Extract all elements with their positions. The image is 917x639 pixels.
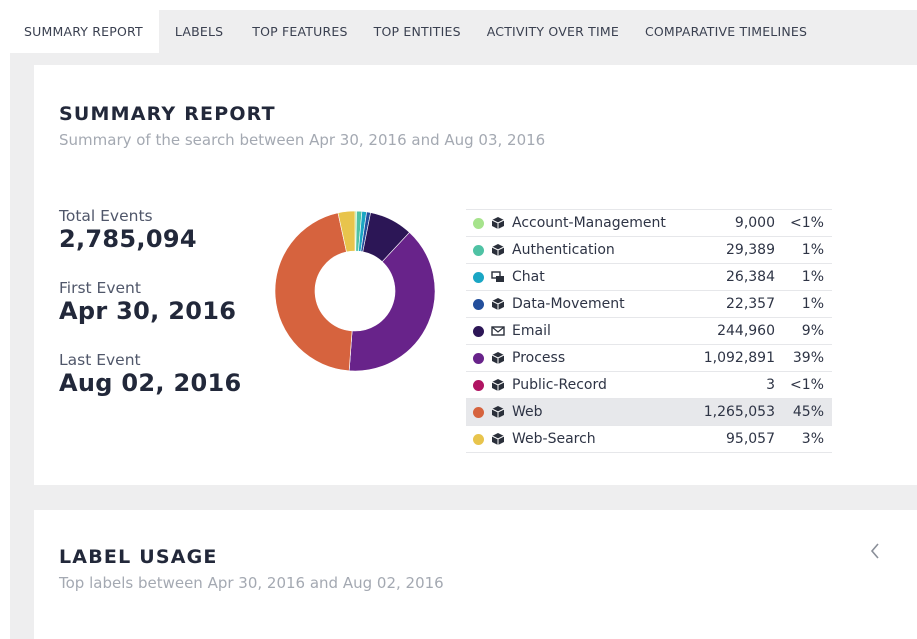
legend-color-dot [473, 325, 484, 337]
page-frame: SUMMARY REPORT LABELS TOP FEATURES TOP E… [10, 10, 917, 639]
row-count: 1,265,053 [703, 404, 775, 420]
table-row[interactable]: Web-Search 95,057 3% [466, 426, 832, 453]
first-event-label: First Event [59, 279, 141, 297]
row-name-web-search: Web-Search [512, 431, 596, 447]
summary-title: SUMMARY REPORT [59, 103, 276, 125]
donut-slice-web[interactable] [274, 212, 353, 372]
cube-icon [490, 216, 506, 230]
summary-report-card: SUMMARY REPORT Summary of the search bet… [34, 65, 917, 485]
chat-icon [490, 270, 506, 284]
row-name-email: Email [512, 323, 551, 339]
last-event-value: Aug 02, 2016 [59, 369, 242, 397]
table-row[interactable]: Account-Management 9,000 <1% [466, 210, 832, 237]
cube-icon [490, 351, 506, 365]
tab-summary-report[interactable]: SUMMARY REPORT [10, 10, 159, 53]
row-name-account-management: Account-Management [512, 215, 666, 231]
tab-top-features[interactable]: TOP FEATURES [239, 10, 360, 53]
tab-bar: SUMMARY REPORT LABELS TOP FEATURES TOP E… [10, 10, 917, 53]
table-row[interactable]: Public-Record 3 <1% [466, 372, 832, 399]
row-percent: 1% [801, 242, 824, 258]
cube-icon [490, 297, 506, 311]
row-count: 9,000 [734, 215, 775, 231]
legend-color-dot [473, 433, 484, 445]
row-count: 95,057 [726, 431, 775, 447]
first-event-value: Apr 30, 2016 [59, 297, 237, 325]
row-count: 1,092,891 [703, 350, 775, 366]
row-percent: <1% [790, 377, 824, 393]
row-count: 29,389 [726, 242, 775, 258]
row-count: 26,384 [726, 269, 775, 285]
legend-color-dot [473, 352, 484, 364]
row-percent: 3% [801, 431, 824, 447]
cube-icon [490, 432, 506, 446]
table-row[interactable]: Email 244,960 9% [466, 318, 832, 345]
row-percent: 1% [801, 296, 824, 312]
row-percent: 1% [801, 269, 824, 285]
tab-comparative-timelines[interactable]: COMPARATIVE TIMELINES [632, 10, 820, 53]
event-type-donut-chart [274, 210, 436, 372]
row-count: 244,960 [717, 323, 775, 339]
event-type-table: Account-Management 9,000 <1% Authentication… [466, 209, 832, 453]
table-row[interactable]: Chat 26,384 1% [466, 264, 832, 291]
cube-icon [490, 405, 506, 419]
row-percent: 9% [801, 323, 824, 339]
last-event-label: Last Event [59, 351, 141, 369]
donut-slice-process[interactable] [348, 231, 436, 372]
row-name-process: Process [512, 350, 566, 366]
row-count: 3 [766, 377, 775, 393]
row-name-web: Web [512, 404, 543, 420]
chevron-left-icon[interactable] [867, 540, 883, 562]
row-name-chat: Chat [512, 269, 545, 285]
legend-color-dot [473, 244, 484, 256]
total-events-label: Total Events [59, 207, 153, 225]
row-name-authentication: Authentication [512, 242, 615, 258]
table-row[interactable]: Web 1,265,053 45% [466, 399, 832, 426]
tab-activity-over-time[interactable]: ACTIVITY OVER TIME [474, 10, 632, 53]
tab-top-entities[interactable]: TOP ENTITIES [361, 10, 474, 53]
legend-color-dot [473, 298, 484, 310]
table-row[interactable]: Authentication 29,389 1% [466, 237, 832, 264]
row-percent: <1% [790, 215, 824, 231]
cube-icon [490, 378, 506, 392]
row-name-data-movement: Data-Movement [512, 296, 625, 312]
row-percent: 39% [792, 350, 824, 366]
legend-color-dot [473, 406, 484, 418]
legend-color-dot [473, 379, 484, 391]
total-events-value: 2,785,094 [59, 225, 197, 253]
label-usage-card: LABEL USAGE Top labels between Apr 30, 2… [34, 510, 917, 639]
summary-subtitle: Summary of the search between Apr 30, 20… [59, 131, 546, 149]
legend-color-dot [473, 217, 484, 229]
row-percent: 45% [792, 404, 824, 420]
legend-color-dot [473, 271, 484, 283]
row-count: 22,357 [726, 296, 775, 312]
envelope-icon [490, 324, 506, 338]
table-row[interactable]: Data-Movement 22,357 1% [466, 291, 832, 318]
label-usage-title: LABEL USAGE [59, 546, 218, 568]
table-row[interactable]: Process 1,092,891 39% [466, 345, 832, 372]
cube-icon [490, 243, 506, 257]
row-name-public-record: Public-Record [512, 377, 607, 393]
label-usage-subtitle: Top labels between Apr 30, 2016 and Aug … [59, 574, 444, 592]
tab-labels[interactable]: LABELS [159, 10, 239, 53]
